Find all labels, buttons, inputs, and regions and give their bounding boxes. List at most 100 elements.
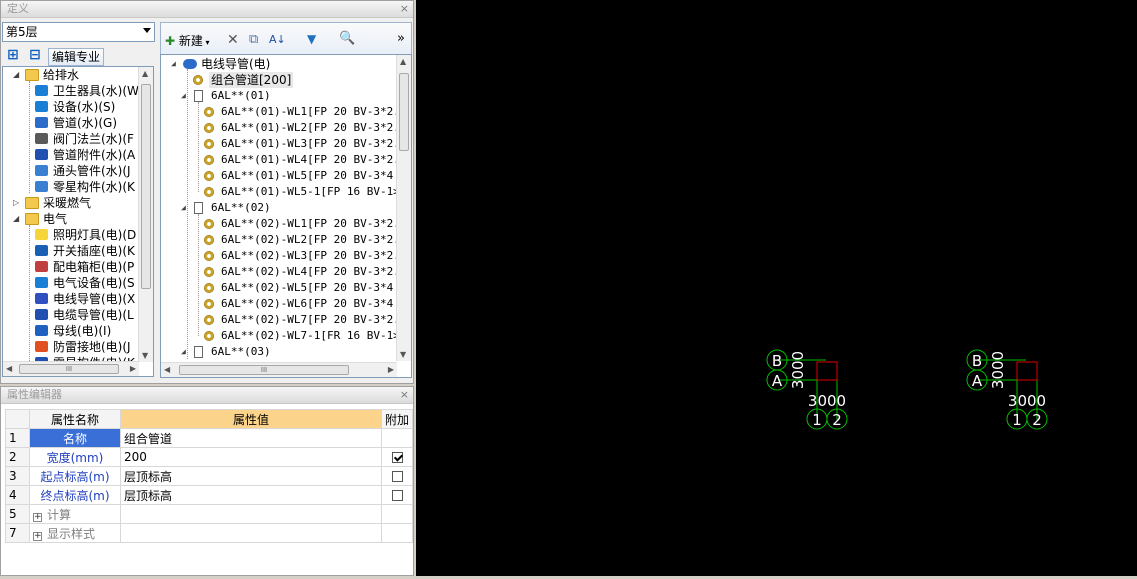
document-icon: [194, 202, 203, 214]
property-group-row[interactable]: 5 + 计算: [5, 504, 413, 524]
axis-grid-2[interactable]: BA 300030001 2: [966, 349, 1048, 430]
tree-vertical-scrollbar[interactable]: ▲ ▼: [138, 67, 153, 362]
row-index: 3: [5, 466, 30, 486]
pipe-icon: [35, 117, 48, 128]
scroll-up-icon[interactable]: ▲: [142, 69, 148, 78]
find-icon[interactable]: 🔍: [339, 31, 355, 46]
valve-icon: [35, 133, 48, 144]
collapse-all-icon[interactable]: ⊟: [26, 47, 44, 65]
cad-drawing-canvas[interactable]: B A 3000 3000 1 2 B A 3000 3000 1 2: [416, 0, 1137, 576]
property-group-row[interactable]: 7 + 显示样式: [5, 523, 413, 543]
scroll-down-icon[interactable]: ▼: [142, 351, 148, 360]
circuit-label: 6AL**(02)-WL7[FP 20 BV-3*2.: [221, 313, 400, 326]
header-name: 属性名称: [29, 409, 121, 429]
property-value-cell[interactable]: 层顶标高: [120, 466, 382, 486]
circuit-label: 6AL**(01)-WL3[FP 20 BV-3*2.: [221, 137, 400, 150]
list-vertical-scrollbar[interactable]: ▲ ▼: [396, 55, 411, 361]
property-grid-header: 属性名称 属性值 附加: [5, 409, 413, 429]
property-row[interactable]: 1 名称 组合管道: [5, 428, 413, 448]
tree-item-label: 阀门法兰(水)(F: [53, 132, 134, 146]
scroll-right-icon[interactable]: ▶: [130, 364, 136, 373]
scroll-right-icon[interactable]: ▶: [388, 365, 394, 374]
attach-cell: [381, 523, 413, 543]
scroll-down-icon[interactable]: ▼: [400, 350, 406, 359]
circuit-label: 6AL**(02)-WL7-1[FR 16 BV-1>: [221, 329, 400, 342]
property-name-cell[interactable]: 宽度(mm): [29, 447, 121, 467]
scroll-thumb[interactable]: [141, 84, 151, 289]
property-row[interactable]: 3 起点标高(m) 层顶标高: [5, 466, 413, 486]
dimension-vertical: 3000: [989, 351, 1007, 389]
expand-plus-icon[interactable]: +: [33, 512, 42, 522]
tree-horizontal-scrollbar[interactable]: ◀ III ▶: [3, 361, 139, 376]
pipe-fitting-icon: [35, 149, 48, 160]
close-icon[interactable]: ×: [400, 387, 409, 403]
expand-all-icon[interactable]: ⊞: [4, 47, 22, 65]
copy-icon[interactable]: ⧉: [249, 32, 258, 47]
property-name-cell[interactable]: 终点标高(m): [29, 485, 121, 505]
folder-icon: [25, 213, 39, 225]
tree-item-label: 采暖燃气: [43, 196, 92, 210]
scroll-left-icon[interactable]: ◀: [6, 364, 12, 373]
circuit-label: 6AL**(02)-WL6[FP 20 BV-3*4: [221, 297, 394, 310]
property-name-cell[interactable]: + 计算: [29, 504, 121, 524]
tree-item-label: 电气设备(电)(S: [53, 276, 135, 290]
gear-icon: [204, 123, 214, 133]
gear-icon: [204, 283, 214, 293]
tree-item-label: 电缆导管(电)(L: [53, 308, 134, 322]
define-panel-titlebar: 定义 ×: [1, 1, 413, 18]
delete-icon[interactable]: ✕: [227, 32, 239, 48]
property-value-cell[interactable]: 200: [120, 447, 382, 467]
attach-checkbox[interactable]: [391, 490, 403, 501]
property-editor-panel: 属性编辑器 × 属性名称 属性值 附加 1 名称 组合管道 2 宽度(mm) 200 3 起点…: [0, 386, 414, 576]
list-horizontal-scrollbar[interactable]: ◀ III ▶: [161, 362, 397, 377]
electric-equipment-icon: [35, 277, 48, 288]
gear-icon: [204, 219, 214, 229]
property-value-cell[interactable]: 层顶标高: [120, 485, 382, 505]
sort-icon[interactable]: A↓: [269, 33, 286, 46]
scroll-left-icon[interactable]: ◀: [164, 365, 170, 374]
new-button[interactable]: ✚ 新建 ▾: [165, 32, 209, 50]
expand-plus-icon[interactable]: +: [33, 531, 42, 541]
expand-toggle-icon[interactable]: ▷: [13, 199, 21, 207]
property-name-cell[interactable]: + 显示样式: [29, 523, 121, 543]
property-value-cell[interactable]: [120, 523, 382, 543]
more-icon[interactable]: »: [397, 31, 405, 46]
property-name-cell[interactable]: 名称: [29, 428, 121, 448]
expand-toggle-icon[interactable]: ◢: [13, 71, 21, 79]
scroll-thumb[interactable]: [399, 73, 409, 151]
property-value-cell[interactable]: 组合管道: [120, 428, 382, 448]
attach-checkbox[interactable]: [391, 452, 403, 463]
circuit-label: 6AL**(01)-WL1[FP 20 BV-3*2.: [221, 105, 400, 118]
axis-grid-1[interactable]: BA 300030001 2: [766, 349, 848, 430]
gear-icon: [204, 107, 214, 117]
property-value-cell[interactable]: [120, 504, 382, 524]
filter-icon[interactable]: ▼: [307, 32, 316, 46]
expand-toggle-icon[interactable]: ◢: [171, 60, 179, 68]
property-name: 计算: [47, 507, 72, 522]
scroll-thumb-h[interactable]: III: [19, 364, 119, 374]
floor-dropdown-value: 第5层: [6, 25, 38, 39]
chevron-down-icon[interactable]: [143, 28, 151, 33]
scroll-thumb-h[interactable]: III: [179, 365, 349, 375]
property-row[interactable]: 4 终点标高(m) 层顶标高: [5, 485, 413, 505]
row-index: 2: [5, 447, 30, 467]
gear-icon: [204, 155, 214, 165]
edit-spec-button[interactable]: 编辑专业: [48, 48, 105, 66]
property-name-cell[interactable]: 起点标高(m): [29, 466, 121, 486]
attach-checkbox[interactable]: [391, 471, 403, 482]
tree-item-label: 管道(水)(G): [53, 116, 118, 130]
attach-cell: [381, 504, 413, 524]
attach-cell: [381, 428, 413, 448]
tree-item-label: 设备(水)(S): [53, 100, 116, 114]
circuit-label: 6AL**(02)-WL1[FP 20 BV-3*2.: [221, 217, 400, 230]
expand-toggle-icon[interactable]: ◢: [13, 215, 21, 223]
header-value: 属性值: [120, 409, 382, 429]
combo-pipe-label: 组合管道[200]: [209, 72, 294, 88]
tree-item-label: 卫生器具(水)(W: [53, 84, 139, 98]
group-label: 6AL**(02): [211, 201, 271, 214]
scroll-up-icon[interactable]: ▲: [400, 57, 406, 66]
close-icon[interactable]: ×: [400, 1, 409, 17]
floor-dropdown[interactable]: 第5层: [2, 22, 155, 42]
property-row[interactable]: 2 宽度(mm) 200: [5, 447, 413, 467]
dimension-horizontal: 3000: [1008, 392, 1046, 410]
